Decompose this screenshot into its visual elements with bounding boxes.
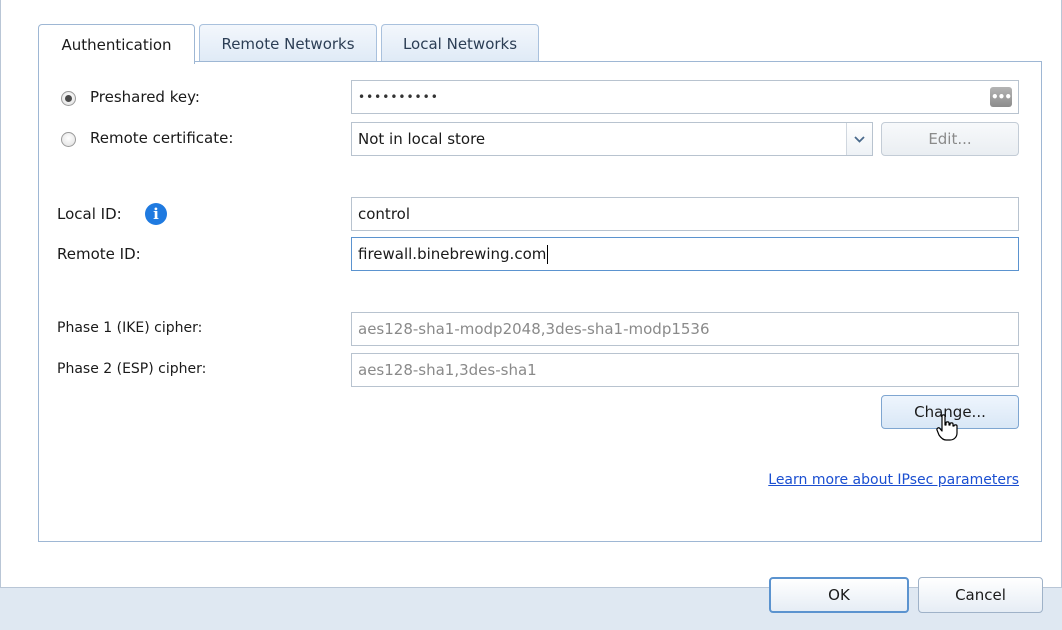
remote-id-label: Remote ID: [57, 245, 141, 263]
phase2-cipher-value: aes128-sha1,3des-sha1 [358, 361, 537, 379]
remote-id-value: firewall.binebrewing.com [358, 245, 547, 263]
chevron-down-icon[interactable] [846, 123, 872, 155]
preshared-key-radio[interactable] [61, 91, 76, 106]
phase2-cipher-label: Phase 2 (ESP) cipher: [57, 361, 207, 377]
remote-certificate-value: Not in local store [358, 130, 486, 148]
phase1-cipher-field: aes128-sha1-modp2048,3des-sha1-modp1536 [351, 312, 1019, 346]
local-id-input[interactable]: control [351, 197, 1019, 231]
ellipsis-icon[interactable]: ••• [990, 87, 1012, 107]
local-id-label: Local ID: [57, 205, 122, 223]
tab-local-networks[interactable]: Local Networks [381, 24, 539, 62]
edit-button[interactable]: Edit... [881, 122, 1019, 156]
authentication-panel: Preshared key: •••••••••• ••• Remote cer… [38, 61, 1042, 542]
tab-remote-networks[interactable]: Remote Networks [199, 24, 377, 62]
remote-id-input[interactable]: firewall.binebrewing.com [351, 237, 1019, 271]
phase1-cipher-value: aes128-sha1-modp2048,3des-sha1-modp1536 [358, 320, 710, 338]
ok-button[interactable]: OK [769, 577, 909, 613]
preshared-key-value: •••••••••• [358, 90, 439, 104]
text-caret [547, 244, 549, 264]
preshared-key-input[interactable]: •••••••••• [351, 80, 1019, 114]
tab-authentication[interactable]: Authentication [38, 24, 195, 64]
info-icon[interactable]: i [145, 203, 167, 225]
phase1-cipher-label: Phase 1 (IKE) cipher: [57, 320, 203, 336]
remote-certificate-select[interactable]: Not in local store [351, 122, 873, 156]
cancel-button[interactable]: Cancel [918, 577, 1043, 613]
remote-certificate-label: Remote certificate: [90, 129, 234, 147]
preshared-key-label: Preshared key: [90, 88, 200, 106]
hand-pointer-icon [936, 414, 958, 441]
local-id-value: control [358, 205, 410, 223]
learn-more-ipsec-link[interactable]: Learn more about IPsec parameters [768, 472, 1019, 488]
remote-certificate-radio[interactable] [61, 132, 76, 147]
phase2-cipher-field: aes128-sha1,3des-sha1 [351, 353, 1019, 387]
